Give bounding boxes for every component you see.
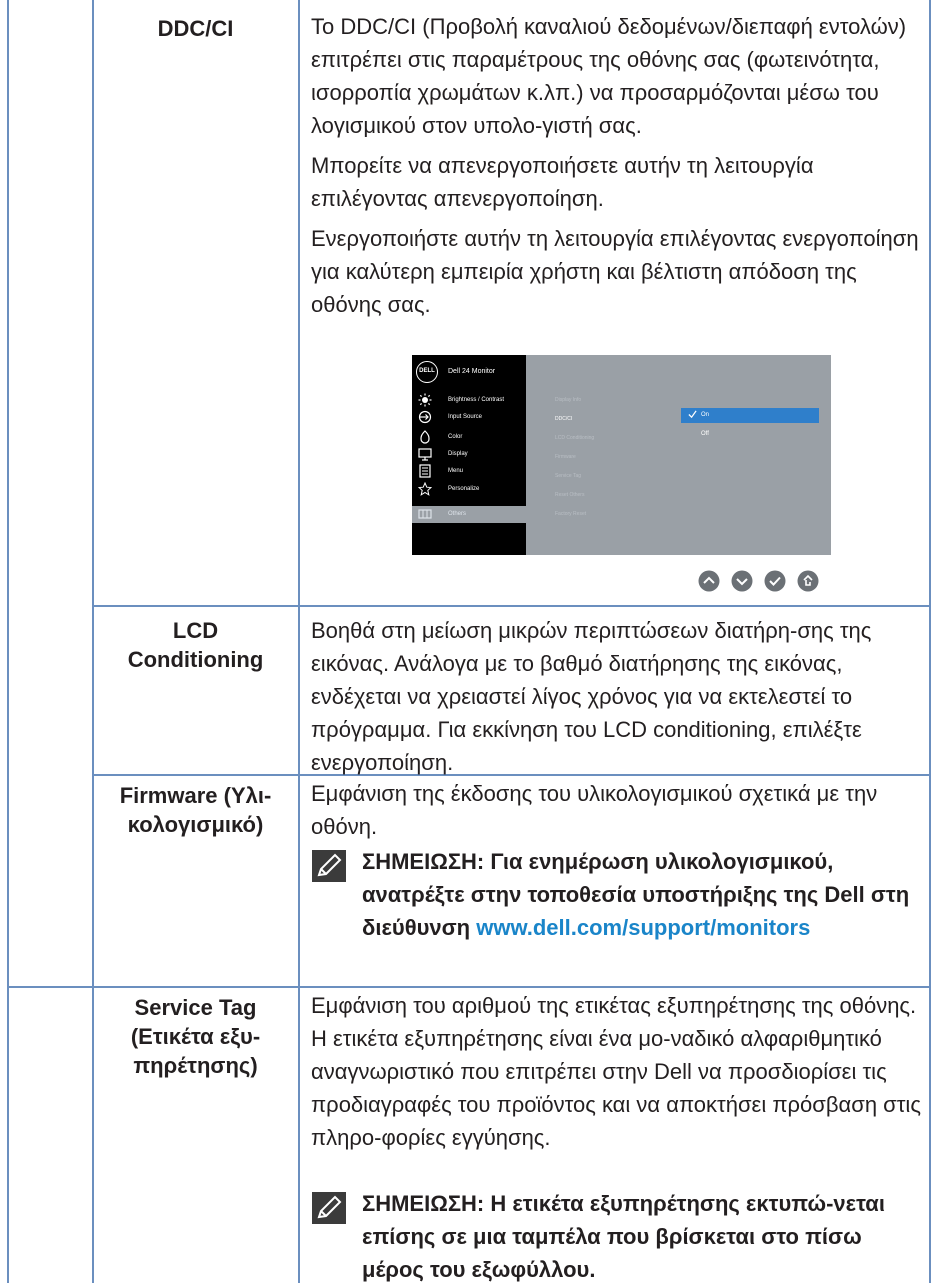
osd-menu-label: Menu <box>448 468 464 474</box>
note-text: ΣΗΜΕΙΩΣΗ: Για ενημέρωση υλικολογισμικού,… <box>362 845 921 944</box>
table-border-left <box>7 0 9 1283</box>
osd-submenu-item: Firmware <box>555 454 576 460</box>
others-icon <box>418 509 432 519</box>
row-desc-ddc: Το DDC/CI (Προβολή καναλιού δεδομένων/δι… <box>311 10 921 328</box>
osd-menu-item: Personalize <box>412 481 526 498</box>
support-link[interactable]: www.dell.com/support/monitors <box>476 915 810 940</box>
osd-submenu-item: Service Tag <box>555 473 582 479</box>
check-button-icon <box>764 570 786 592</box>
osd-option-label: Off <box>701 431 709 437</box>
table-border-col1 <box>92 0 94 1283</box>
row-desc-service-tag: Εμφάνιση του αριθμού της ετικέτας εξυπηρ… <box>311 989 921 1161</box>
label-line: (Ετικέτα εξυ- <box>130 1024 261 1049</box>
row-divider <box>92 605 930 607</box>
row-desc-firmware: Εμφάνιση της έκδοσης του υλικολογισμικού… <box>311 777 921 850</box>
osd-title: Dell 24 Monitor <box>448 368 496 375</box>
display-icon <box>418 448 432 461</box>
label-line: κολογισμικό) <box>127 812 264 837</box>
row-label-service-tag: Service Tag (Ετικέτα εξυ- πηρέτησης) <box>96 993 295 1080</box>
note-firmware: ΣΗΜΕΙΩΣΗ: Για ενημέρωση υλικολογισμικού,… <box>311 845 921 980</box>
pencil-note-icon <box>312 1192 346 1224</box>
note-service-tag: ΣΗΜΕΙΩΣΗ: Η ετικέτα εξυπηρέτησης εκτυπώ-… <box>311 1187 921 1283</box>
row-label-ddc: DDC/CI <box>157 16 234 41</box>
osd-option-label: On <box>701 412 710 418</box>
paragraph: Το DDC/CI (Προβολή καναλιού δεδομένων/δι… <box>311 14 907 138</box>
dell-logo: DELL <box>416 361 438 383</box>
osd-menu-item: Menu <box>412 463 526 480</box>
osd-option-on: On <box>681 408 819 423</box>
pencil-note-icon <box>312 850 346 882</box>
osd-menu-label: Others <box>448 511 467 517</box>
color-icon <box>420 430 430 444</box>
osd-menu-item: Input Source <box>412 409 526 426</box>
note-text: ΣΗΜΕΙΩΣΗ: Η ετικέτα εξυπηρέτησης εκτυπώ-… <box>362 1191 885 1282</box>
paragraph: Μπορείτε να απενεργοποιήσετε αυτήν τη λε… <box>311 153 814 211</box>
label-line: Service Tag <box>134 995 257 1020</box>
osd-submenu-item: Factory Reset <box>555 511 587 517</box>
osd-menu-item: Brightness / Contrast <box>412 392 526 409</box>
osd-submenu-item: Reset Others <box>555 492 585 498</box>
brightness-icon <box>418 393 432 407</box>
osd-menu-image: DELL Dell 24 Monitor Brightness / Contra… <box>412 355 831 555</box>
osd-menu-item: Color <box>412 429 526 446</box>
label-line: Conditioning <box>127 647 264 672</box>
exit-button-icon <box>797 570 819 592</box>
osd-submenu-item-selected: DDC/CI <box>555 416 573 422</box>
osd-menu-item-active: Others <box>412 506 526 523</box>
paragraph: Ενεργοποιήστε αυτήν τη λειτουργία επιλέγ… <box>311 226 919 317</box>
osd-menu-label: Color <box>448 434 463 440</box>
label-line: LCD <box>172 618 219 643</box>
row-label-firmware: Firmware (Υλι- κολογισμικό) <box>96 781 295 839</box>
menu-icon <box>419 464 431 478</box>
osd-main-menu: DELL Dell 24 Monitor Brightness / Contra… <box>412 355 526 555</box>
table-border-right <box>929 0 931 1283</box>
row-label-lcd: LCD Conditioning <box>96 616 295 674</box>
input-source-icon <box>418 410 432 424</box>
osd-menu-label: Display <box>448 451 468 457</box>
check-icon <box>688 410 697 419</box>
star-icon <box>418 482 432 496</box>
row-desc-lcd: Βοηθά στη μείωση μικρών περιπτώσεων διατ… <box>311 614 921 786</box>
osd-menu-label: Personalize <box>448 486 480 492</box>
label-line: πηρέτησης) <box>133 1053 258 1078</box>
row-divider <box>7 986 930 988</box>
paragraph: Εμφάνιση του αριθμού της ετικέτας εξυπηρ… <box>311 993 921 1150</box>
table-border-col2 <box>298 0 300 1283</box>
down-button-icon <box>731 570 753 592</box>
up-button-icon <box>698 570 720 592</box>
osd-submenu-item: Display Info <box>555 397 582 403</box>
label-line: Firmware (Υλι- <box>119 783 272 808</box>
osd-menu-label: Input Source <box>448 414 483 420</box>
paragraph: Εμφάνιση της έκδοσης του υλικολογισμικού… <box>311 781 878 839</box>
osd-submenu-item: LCD Conditioning <box>555 435 595 441</box>
osd-option-off: Off <box>681 427 819 442</box>
osd-menu-item: Display <box>412 446 526 463</box>
paragraph: Βοηθά στη μείωση μικρών περιπτώσεων διατ… <box>311 618 872 775</box>
osd-menu-label: Brightness / Contrast <box>448 397 505 403</box>
